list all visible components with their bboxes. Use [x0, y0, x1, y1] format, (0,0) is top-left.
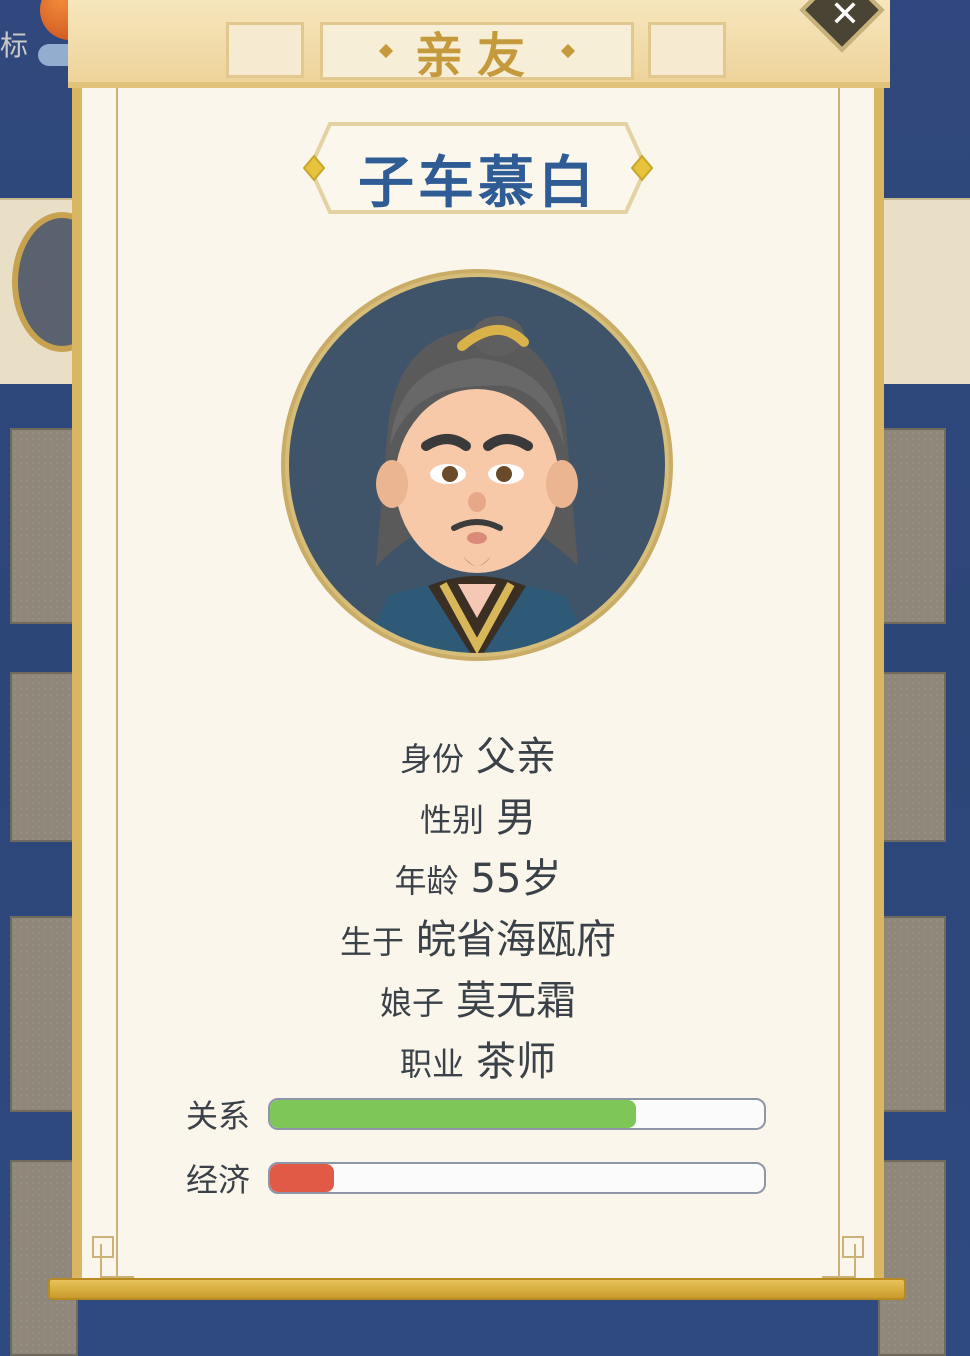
info-value: 父亲 — [476, 734, 556, 780]
background-card — [10, 428, 78, 624]
scroll-bottom-rod — [48, 1278, 906, 1300]
corner-ornament — [842, 1236, 864, 1258]
info-gender: 性别男 — [72, 785, 884, 843]
diamond-dot-icon — [378, 43, 394, 59]
info-identity: 身份 父亲 — [72, 724, 884, 782]
info-birthplace: 生于 皖省海瓯府 — [72, 907, 884, 965]
corner-ornament — [92, 1236, 114, 1258]
info-value: 皖省海瓯府 — [416, 917, 616, 963]
background-card — [10, 916, 78, 1112]
info-label: 娘子 — [379, 984, 444, 1022]
relation-label: 关系 — [186, 1097, 251, 1135]
page-title: 亲友 — [414, 28, 539, 84]
info-label: 年龄 — [394, 862, 459, 900]
diamond-dot-icon — [560, 43, 576, 59]
header-bar: 亲友 — [68, 0, 890, 88]
background-card — [878, 916, 946, 1112]
background-card — [878, 1160, 946, 1356]
name-banner: 子车慕白 — [300, 122, 656, 216]
person-name: 子车慕白 — [358, 151, 598, 216]
info-label: 职业 — [399, 1045, 464, 1083]
background-scroll — [880, 198, 970, 384]
info-value: 莫无霜 — [456, 978, 576, 1024]
background-card — [10, 1160, 78, 1356]
header-ornament-left — [226, 22, 304, 78]
economy-bar — [268, 1162, 766, 1194]
background-partial-text: 标 — [0, 29, 29, 62]
info-label: 身份 — [399, 740, 464, 778]
info-value: 茶师 — [476, 1039, 556, 1085]
economy-label: 经济 — [186, 1161, 251, 1199]
background-card — [878, 672, 946, 842]
header-title-box: 亲友 — [320, 22, 634, 84]
relation-bar-fill — [270, 1100, 636, 1128]
background-card — [878, 428, 946, 624]
relation-bar — [268, 1098, 766, 1130]
header-ornament-right — [648, 22, 726, 78]
info-label: 生于 — [339, 923, 404, 961]
info-value: 男 — [496, 795, 536, 841]
background-card — [10, 672, 78, 842]
info-age: 年龄 55岁 — [72, 846, 884, 904]
info-value: 55岁 — [470, 856, 562, 902]
portrait-avatar[interactable] — [278, 266, 676, 664]
info-occupation: 职业 茶师 — [72, 1029, 884, 1087]
info-spouse: 娘子 莫无霜 — [72, 968, 884, 1026]
info-label: 性别 — [419, 801, 484, 839]
close-icon[interactable]: ✕ — [830, 0, 860, 35]
economy-bar-fill — [270, 1164, 335, 1192]
relation-stat: 关系 — [186, 1094, 766, 1135]
economy-stat: 经济 — [186, 1158, 766, 1199]
